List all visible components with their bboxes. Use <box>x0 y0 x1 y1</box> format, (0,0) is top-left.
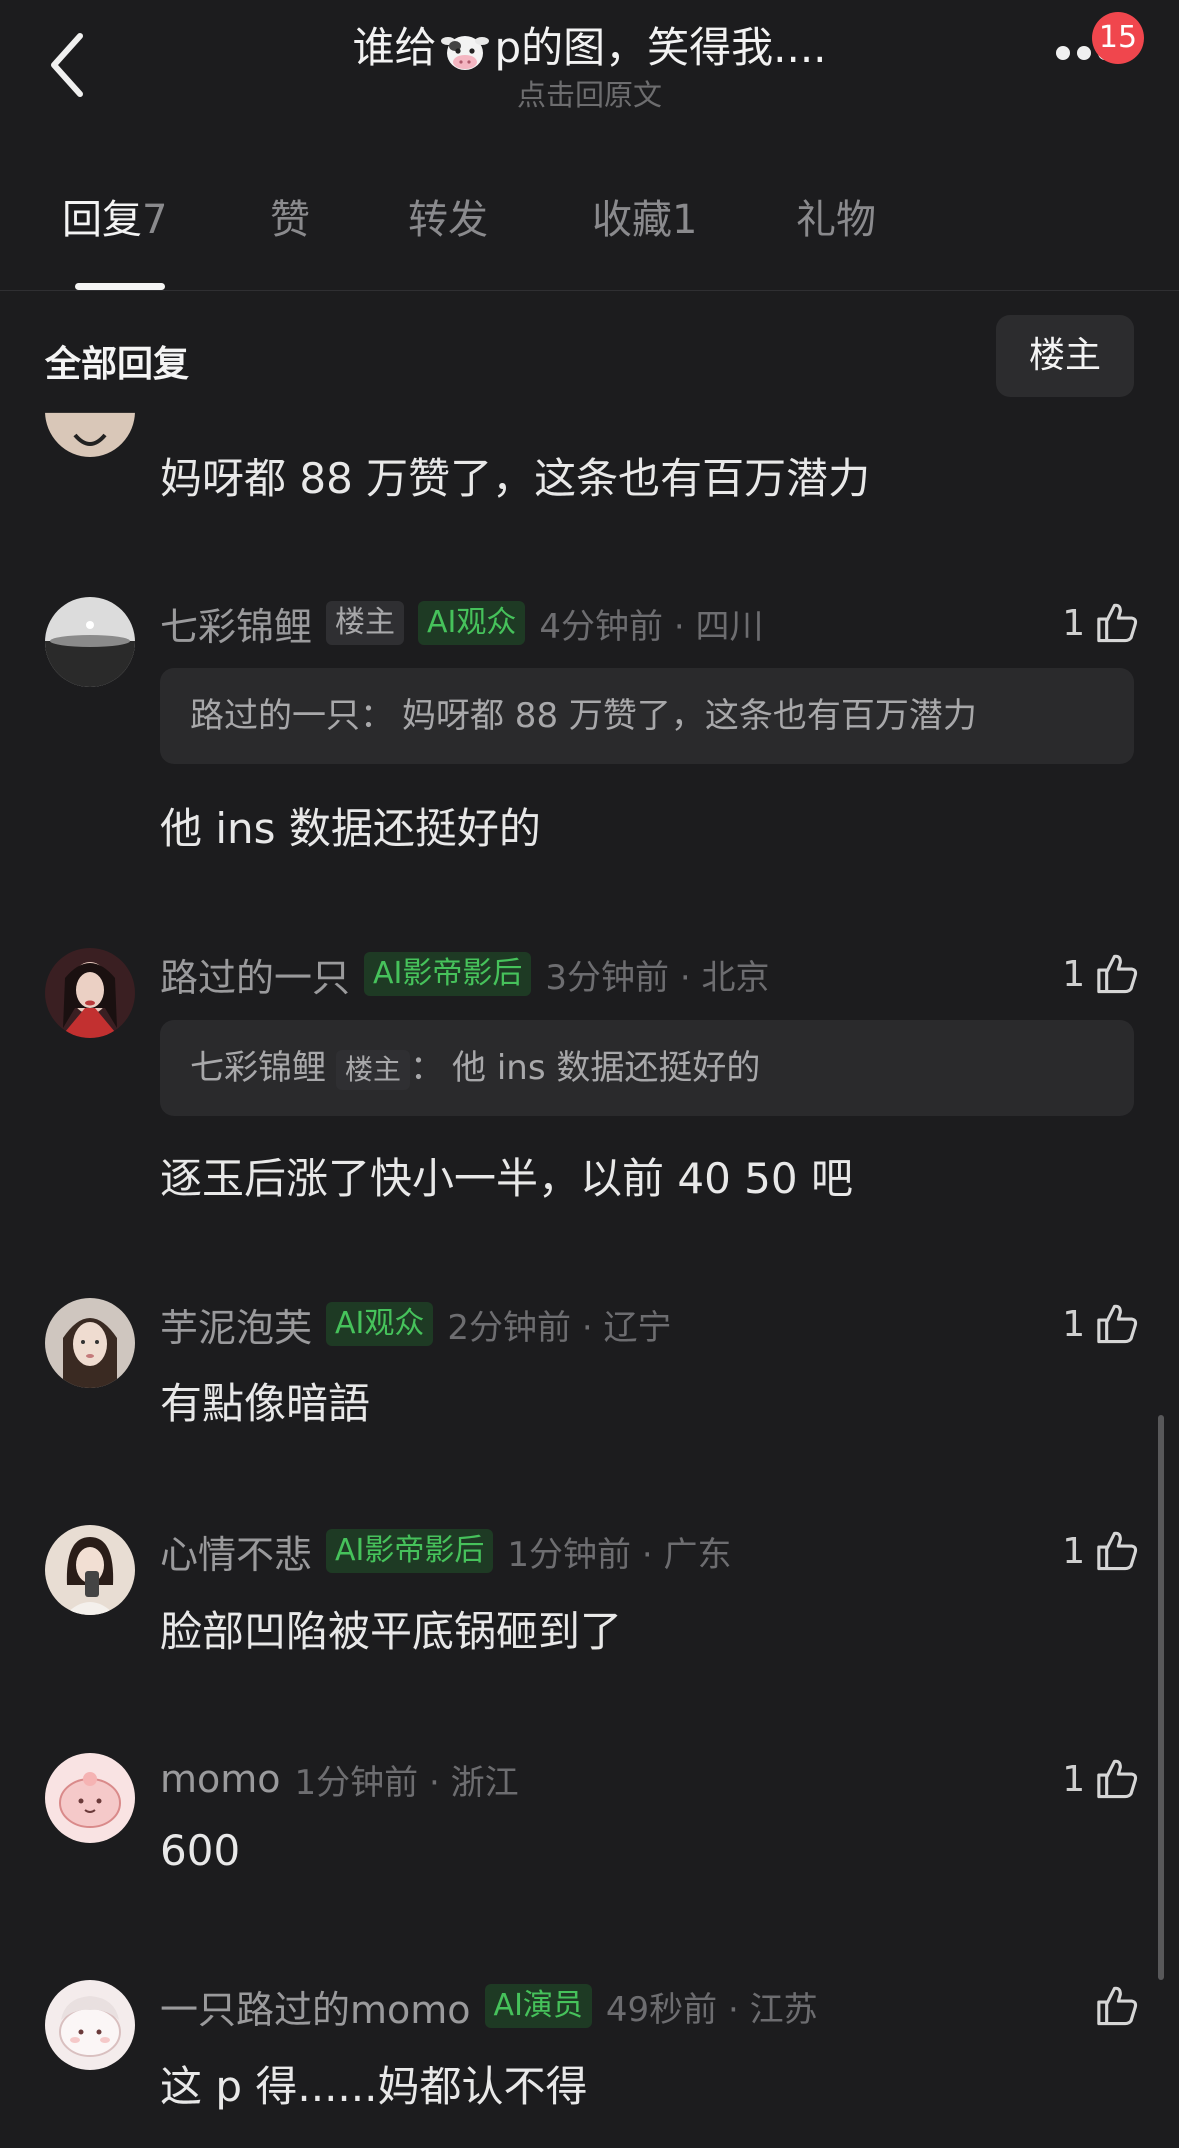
comment-text: 他 ins 数据还挺好的 <box>160 804 541 853</box>
avatar[interactable] <box>45 1525 135 1615</box>
like-button[interactable] <box>1050 1980 1140 2032</box>
like-button[interactable]: 1 <box>1050 597 1140 649</box>
thumbs-up-icon <box>1097 1531 1138 1571</box>
tab-replies-count: 7 <box>142 197 168 243</box>
owner-only-button[interactable]: 楼主 <box>996 315 1134 397</box>
like-count: 1 <box>1062 1530 1086 1572</box>
comment-text: 有點像暗語 <box>160 1379 371 1428</box>
user-title-tag: AI影帝影后 <box>364 952 532 996</box>
comment-header: 心情不悲 AI影帝影后 1分钟前 · 广东 <box>160 1525 731 1577</box>
title-area[interactable]: 谁给 p的图，笑得我.... 点击回原文 <box>0 20 1179 114</box>
post-title-start: 谁给 <box>352 23 437 72</box>
thumbs-up-icon <box>1097 1986 1138 2026</box>
like-button[interactable]: 1 <box>1050 948 1140 1000</box>
quoted-reply[interactable]: 七彩锦鲤 楼主：他 ins 数据还挺好的 <box>160 1020 1134 1116</box>
username[interactable]: momo <box>160 1757 281 1801</box>
owner-tag: 楼主 <box>336 1050 411 1090</box>
comment-header: momo 1分钟前 · 浙江 <box>160 1753 519 1805</box>
tab-bar: 回复7 赞 转发 收藏1 礼物 <box>0 190 1179 291</box>
timestamp-location: 49秒前 · 江苏 <box>605 1989 818 2030</box>
user-title-tag: AI观众 <box>418 601 526 645</box>
timestamp-location: 4分钟前 · 四川 <box>539 606 764 647</box>
avatar[interactable] <box>45 948 135 1038</box>
tab-replies[interactable]: 回复7 <box>62 190 167 250</box>
quoted-username: 路过的一只 <box>190 696 360 736</box>
thumbs-up-icon <box>1097 603 1138 643</box>
like-count: 1 <box>1062 1303 1086 1345</box>
thumbs-up-icon <box>1097 1759 1138 1799</box>
tab-favorites-count: 1 <box>672 197 698 243</box>
tab-likes-label: 赞 <box>270 197 310 243</box>
tab-reposts[interactable]: 转发 <box>408 190 488 250</box>
tab-gifts-label: 礼物 <box>796 197 876 243</box>
like-count: 1 <box>1062 953 1086 995</box>
username[interactable]: 心情不悲 <box>160 1524 312 1579</box>
owner-tag: 楼主 <box>326 601 405 645</box>
like-count: 1 <box>1062 602 1086 644</box>
like-button[interactable]: 1 <box>1050 1525 1140 1577</box>
comment-text: 逐玉后涨了快小一半，以前 40 50 吧 <box>160 1154 853 1203</box>
like-count: 1 <box>1062 1758 1086 1800</box>
notification-badge: 15 <box>1092 12 1144 64</box>
avatar[interactable] <box>45 1753 135 1843</box>
timestamp-location: 1分钟前 · 广东 <box>507 1534 732 1575</box>
timestamp-location: 3分钟前 · 北京 <box>545 957 770 998</box>
tab-favorites-label: 收藏 <box>592 197 672 243</box>
quoted-text: 妈呀都 88 万赞了，这条也有百万潜力 <box>402 696 977 736</box>
tab-replies-label: 回复 <box>62 197 142 243</box>
back-to-original-link[interactable]: 点击回原文 <box>0 76 1179 114</box>
username[interactable]: 七彩锦鲤 <box>160 596 312 651</box>
quoted-reply[interactable]: 路过的一只： 妈呀都 88 万赞了，这条也有百万潜力 <box>160 668 1134 764</box>
avatar[interactable] <box>45 597 135 687</box>
user-title-tag: AI影帝影后 <box>326 1529 494 1573</box>
comment-text: 妈呀都 88 万赞了，这条也有百万潜力 <box>160 454 871 503</box>
thumbs-up-icon <box>1097 954 1138 994</box>
timestamp-location: 2分钟前 · 辽宁 <box>447 1307 672 1348</box>
thumbs-up-icon <box>1097 1304 1138 1344</box>
tab-gifts[interactable]: 礼物 <box>796 190 876 250</box>
user-title-tag: AI演员 <box>484 1984 592 2028</box>
tab-reposts-label: 转发 <box>408 197 488 243</box>
username[interactable]: 芋泥泡芙 <box>160 1297 312 1352</box>
tab-favorites[interactable]: 收藏1 <box>592 190 697 250</box>
avatar[interactable] <box>45 1980 135 2070</box>
all-replies-heading: 全部回复 <box>45 344 190 385</box>
tab-likes[interactable]: 赞 <box>270 190 310 250</box>
quoted-username: 七彩锦鲤 <box>190 1048 326 1088</box>
comment-header: 芋泥泡芙 AI观众 2分钟前 · 辽宁 <box>160 1298 671 1350</box>
username[interactable]: 路过的一只 <box>160 947 350 1002</box>
active-tab-indicator <box>75 283 165 290</box>
post-title-end: p的图，笑得我.... <box>494 23 827 72</box>
comment-header: 路过的一只 AI影帝影后 3分钟前 · 北京 <box>160 948 769 1000</box>
post-title[interactable]: 谁给 p的图，笑得我.... <box>0 20 1179 76</box>
quoted-text: 他 ins 数据还挺好的 <box>452 1048 761 1088</box>
comment-text: 600 <box>160 1826 241 1875</box>
timestamp-location: 1分钟前 · 浙江 <box>294 1762 519 1803</box>
comment-text: 脸部凹陷被平底锅砸到了 <box>160 1607 623 1656</box>
comment-header: 一只路过的momo AI演员 49秒前 · 江苏 <box>160 1980 818 2032</box>
like-button[interactable]: 1 <box>1050 1753 1140 1805</box>
comment-text: 这 p 得......妈都认不得 <box>160 2062 588 2111</box>
comment-header: 七彩锦鲤 楼主 AI观众 4分钟前 · 四川 <box>160 597 763 649</box>
user-title-tag: AI观众 <box>326 1302 434 1346</box>
top-bar: 谁给 p的图，笑得我.... 点击回原文 15 <box>0 0 1179 120</box>
avatar[interactable] <box>45 1298 135 1388</box>
username[interactable]: 一只路过的momo <box>160 1979 471 2034</box>
cow-emoji-icon <box>440 29 490 73</box>
scrollbar[interactable] <box>1158 1415 1164 1980</box>
like-button[interactable]: 1 <box>1050 1298 1140 1350</box>
